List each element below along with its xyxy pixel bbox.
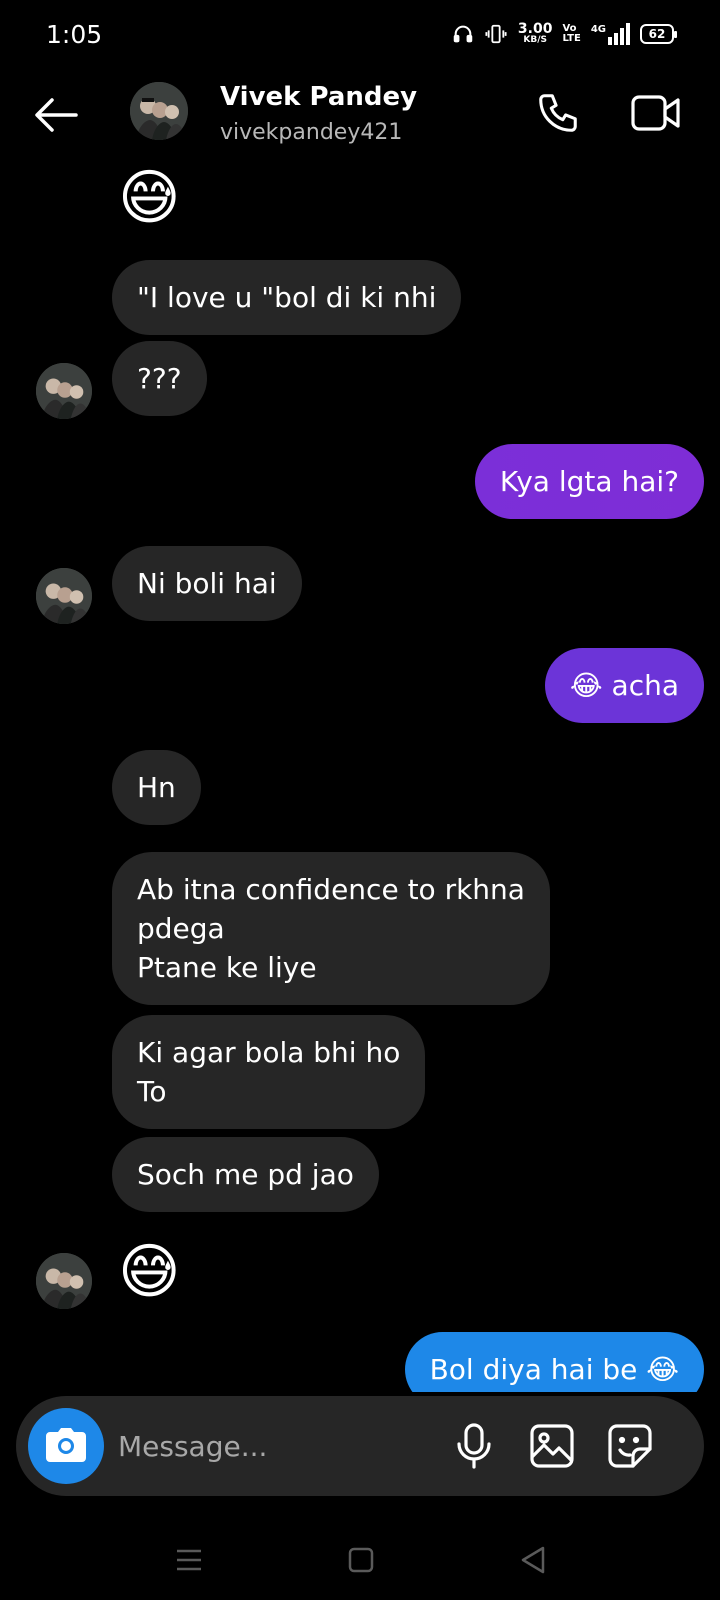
- message-bubble-incoming[interactable]: Ni boli hai: [112, 546, 302, 621]
- voice-message-button[interactable]: [448, 1420, 500, 1472]
- menu-icon: [177, 1549, 201, 1571]
- vibrate-icon: [484, 23, 508, 45]
- recents-button[interactable]: [164, 1540, 214, 1580]
- message-bubble-incoming[interactable]: Soch me pd jao: [112, 1137, 379, 1212]
- group-photo-icon: [36, 568, 92, 624]
- message-input[interactable]: [118, 1422, 438, 1470]
- video-call-button[interactable]: [626, 85, 686, 141]
- message-bubble-outgoing[interactable]: Bol diya hai be 😂: [404, 1332, 704, 1392]
- back-arrow-icon: [35, 98, 78, 132]
- sticker-icon: [608, 1424, 652, 1468]
- net-speed: 3.00 KB/S: [517, 21, 553, 45]
- group-photo-icon: [130, 82, 188, 140]
- camera-icon: [46, 1428, 86, 1462]
- contact-avatar[interactable]: [130, 82, 188, 140]
- back-button[interactable]: [28, 90, 84, 140]
- gallery-button[interactable]: [526, 1420, 578, 1472]
- group-photo-icon: [36, 1253, 92, 1309]
- square-icon: [348, 1547, 374, 1573]
- message-bubble-incoming[interactable]: Hn: [112, 750, 201, 825]
- contact-name[interactable]: Vivek Pandey: [220, 82, 417, 112]
- system-nav-bar: [0, 1520, 720, 1600]
- sticker-button[interactable]: [604, 1420, 656, 1472]
- message-bubble-incoming[interactable]: ???: [112, 341, 207, 416]
- call-button[interactable]: [530, 85, 586, 141]
- chat-header: Vivek Pandey vivekpandey421: [0, 70, 720, 160]
- message-bubble-outgoing[interactable]: Kya lgta hai?: [474, 444, 704, 519]
- status-time: 1:05: [46, 20, 103, 49]
- message-composer: [16, 1396, 704, 1496]
- sender-avatar[interactable]: [36, 568, 92, 624]
- gallery-icon: [530, 1424, 574, 1468]
- message-bubble-outgoing[interactable]: 😂 acha: [544, 648, 704, 723]
- status-bar: 1:05 3.00 KB/S Vo LTE 4G 62: [0, 0, 720, 70]
- sender-avatar[interactable]: [36, 363, 92, 419]
- message-bubble-incoming[interactable]: Ki agar bola bhi ho To: [112, 1015, 426, 1129]
- message-thread[interactable]: 😅 "I love u "bol di ki nhi ??? Kya lgta …: [0, 160, 720, 1392]
- home-button[interactable]: [336, 1540, 386, 1580]
- status-icons: 3.00 KB/S Vo LTE 4G 62: [452, 21, 677, 45]
- phone-icon: [539, 94, 577, 132]
- message-bubble-incoming[interactable]: "I love u "bol di ki nhi: [112, 260, 462, 335]
- microphone-icon: [457, 1423, 491, 1469]
- signal-icon: 4G: [591, 22, 630, 45]
- message-emoji[interactable]: 😅: [118, 1242, 181, 1302]
- headphones-icon: [452, 23, 474, 45]
- message-emoji[interactable]: 😅: [118, 168, 181, 228]
- sender-avatar[interactable]: [36, 1253, 92, 1309]
- triangle-back-icon: [521, 1546, 545, 1574]
- message-bubble-incoming[interactable]: Ab itna confidence to rkhna pdega Ptane …: [112, 852, 550, 1005]
- camera-button[interactable]: [28, 1408, 104, 1484]
- battery-icon: 62: [640, 23, 677, 44]
- volte-indicator: Vo LTE: [562, 22, 581, 44]
- group-photo-icon: [36, 363, 92, 419]
- video-camera-icon: [631, 95, 680, 131]
- contact-username[interactable]: vivekpandey421: [220, 120, 402, 145]
- system-back-button[interactable]: [508, 1540, 558, 1580]
